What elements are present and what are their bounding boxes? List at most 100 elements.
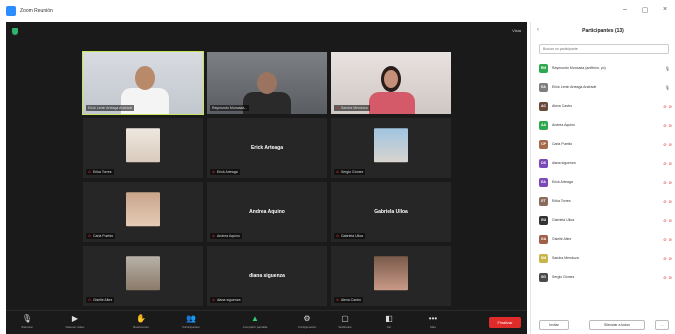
- person-head: [135, 66, 155, 90]
- participant-search-input[interactable]: [539, 44, 669, 54]
- participant-row-name: Sergio Gómez: [552, 275, 575, 279]
- share-screen-icon: ▲: [251, 314, 259, 323]
- video-off-icon: ⊘: [668, 236, 672, 242]
- video-tile[interactable]: ⊘ Sandra Mendoza: [331, 52, 451, 114]
- zoom-window: Zoom Reunión – ▢ × Vista Erick Lenin Art…: [0, 0, 675, 334]
- participant-row-name: Erick Arteaga: [552, 180, 573, 184]
- video-off-icon: ⊘: [668, 217, 672, 223]
- participant-row[interactable]: GA Giselle Altez ⊘ ⊘: [539, 233, 672, 245]
- participant-display-name: diana siguenza: [249, 273, 285, 279]
- participant-name: ⊘ Giselle Altez: [86, 297, 115, 303]
- end-meeting-button[interactable]: Finalizar: [489, 317, 521, 328]
- layout-icon: ◧: [385, 314, 393, 323]
- participant-tile[interactable]: Gabriela Ulloa ⊘ Gabriela Ulloa: [331, 182, 451, 242]
- maximize-button[interactable]: ▢: [638, 6, 652, 14]
- invite-button[interactable]: Invitar: [539, 320, 569, 330]
- muted-mic-icon: ⊘: [336, 234, 339, 238]
- video-off-icon: ⊘: [668, 179, 672, 185]
- participant-tile[interactable]: ⊘ Erika Torres: [83, 118, 203, 178]
- zoom-logo-icon: [6, 6, 16, 16]
- participant-row-name: Erika Torres: [552, 199, 571, 203]
- muted-mic-icon: ⊘: [212, 298, 215, 302]
- video-off-icon: ⊘: [668, 141, 672, 147]
- video-off-icon: ⊘: [668, 160, 672, 166]
- participant-row[interactable]: CP Carla Pueblo ⊘ ⊘: [539, 138, 672, 150]
- muted-mic-icon: ⊘: [663, 103, 667, 109]
- microphone-icon: 🎙: [664, 65, 670, 71]
- view-button[interactable]: Vista: [512, 28, 521, 33]
- meeting-area: Vista Erick Lenin Arteaga Andrade Raymun…: [6, 22, 527, 310]
- reactions-button[interactable]: ✋ Reacciones: [124, 314, 158, 334]
- close-button[interactable]: ×: [658, 6, 672, 13]
- participants-title: Participantes (13): [582, 28, 624, 34]
- avatar: AA: [539, 120, 548, 130]
- more-options-button[interactable]: ...: [655, 320, 669, 330]
- video-tile[interactable]: Erick Lenin Arteaga Andrade: [82, 51, 204, 115]
- participant-name: Raymundo Moncada...: [210, 105, 250, 111]
- participant-row-name: Alexa Castro: [552, 104, 573, 108]
- participant-name: ⊘ Sandra Mendoza: [334, 105, 370, 111]
- participant-status-icons: ⊘ ⊘: [663, 180, 672, 185]
- participant-row[interactable]: ET Erika Torres ⊘ ⊘: [539, 195, 672, 207]
- participant-row[interactable]: GU Gabriela Ulloa ⊘ ⊘: [539, 214, 672, 226]
- participant-name: ⊘ Gabriela Ulloa: [334, 233, 366, 239]
- muted-mic-icon: ⊘: [663, 179, 667, 185]
- avatar: SM: [539, 253, 548, 263]
- participant-row-name: Giselle Altez: [552, 237, 572, 241]
- video-off-icon: ⊘: [668, 103, 672, 109]
- participant-tile[interactable]: Erick Arteaga ⊘ Erick Arteaga: [207, 118, 327, 178]
- video-tile[interactable]: Raymundo Moncada...: [207, 52, 327, 114]
- view-toggle-button[interactable]: ◧ Ver: [372, 314, 406, 334]
- muted-mic-icon: ⊘: [663, 236, 667, 242]
- participant-status-icons: ⊘ ⊘: [663, 237, 672, 242]
- captions-button[interactable]: ▢ Subtítulos: [328, 314, 362, 334]
- share-screen-button[interactable]: ▲ Compartir pantalla: [238, 314, 272, 334]
- participant-name: Erick Lenin Arteaga Andrade: [86, 105, 135, 111]
- mute-button[interactable]: 🎙 Silenciar: [10, 314, 44, 334]
- participant-tile[interactable]: ⊘ Carla Pueblo: [83, 182, 203, 242]
- participant-name: ⊘ Andrea Aquino: [210, 233, 242, 239]
- muted-mic-icon: ⊘: [663, 274, 667, 280]
- stop-video-button[interactable]: ▶ Detener video: [58, 314, 92, 334]
- participants-panel: ‹ Participantes (13) RMRaymundo Moncada …: [530, 22, 675, 334]
- profile-photo: [126, 256, 160, 291]
- participant-status-icons: ⊘ ⊘: [663, 218, 672, 223]
- participant-tile[interactable]: ⊘ Giselle Altez: [83, 246, 203, 306]
- participants-button[interactable]: 👥 Participantes: [174, 314, 208, 334]
- more-button[interactable]: ••• Más: [416, 314, 450, 334]
- window-title: Zoom Reunión: [20, 8, 53, 14]
- participant-row[interactable]: DS diana siguenza ⊘ ⊘: [539, 157, 672, 169]
- participant-row[interactable]: AA Andrea Aquino ⊘ ⊘: [539, 119, 672, 131]
- participant-row[interactable]: EA Erick Lenin Arteaga Andrade 🎙: [539, 81, 672, 93]
- participant-row[interactable]: EA Erick Arteaga ⊘ ⊘: [539, 176, 672, 188]
- microphone-icon: 🎙: [664, 84, 670, 90]
- participant-tile[interactable]: ⊘ Alexa Castro: [331, 246, 451, 306]
- participant-row[interactable]: AC Alexa Castro ⊘ ⊘: [539, 100, 672, 112]
- participant-name: ⊘ Carla Pueblo: [86, 233, 116, 239]
- participant-name: ⊘ Alexa Castro: [334, 297, 363, 303]
- participant-row[interactable]: RM Raymundo Moncada (anfitrión, yo) 🎙: [539, 62, 672, 74]
- security-shield-icon[interactable]: [12, 28, 18, 35]
- participant-row[interactable]: SM Sandra Mendoza ⊘ ⊘: [539, 252, 672, 264]
- participant-status-icons: ⊘ ⊘: [663, 256, 672, 261]
- participants-icon: 👥: [186, 314, 196, 323]
- settings-button[interactable]: ⚙ Configuración: [290, 314, 324, 334]
- participant-tile[interactable]: ⊘ Sergio Gómez: [331, 118, 451, 178]
- participant-status-icons: ⊘ ⊘: [663, 123, 672, 128]
- participant-tile[interactable]: Andrea Aquino ⊘ Andrea Aquino: [207, 182, 327, 242]
- muted-mic-icon: ⊘: [336, 170, 339, 174]
- raise-hand-icon: ✋: [136, 314, 146, 323]
- participant-status-icons: ⊘ ⊘: [663, 199, 672, 204]
- video-off-icon: ⊘: [668, 274, 672, 280]
- participant-status-icons: ⊘ ⊘: [663, 161, 672, 166]
- profile-photo: [126, 192, 160, 227]
- muted-mic-icon: ⊘: [336, 298, 339, 302]
- mute-all-button[interactable]: Silenciar a todos: [589, 320, 645, 330]
- participant-row-name: Carla Pueblo: [552, 142, 573, 146]
- participant-display-name: Andrea Aquino: [249, 209, 285, 215]
- participant-tile[interactable]: diana siguenza ⊘ diana siguenza: [207, 246, 327, 306]
- minimize-button[interactable]: –: [618, 6, 632, 13]
- participant-status-icons: ⊘ ⊘: [663, 275, 672, 280]
- participant-row[interactable]: SG Sergio Gómez ⊘ ⊘: [539, 271, 672, 283]
- participant-name: ⊘ Sergio Gómez: [334, 169, 366, 175]
